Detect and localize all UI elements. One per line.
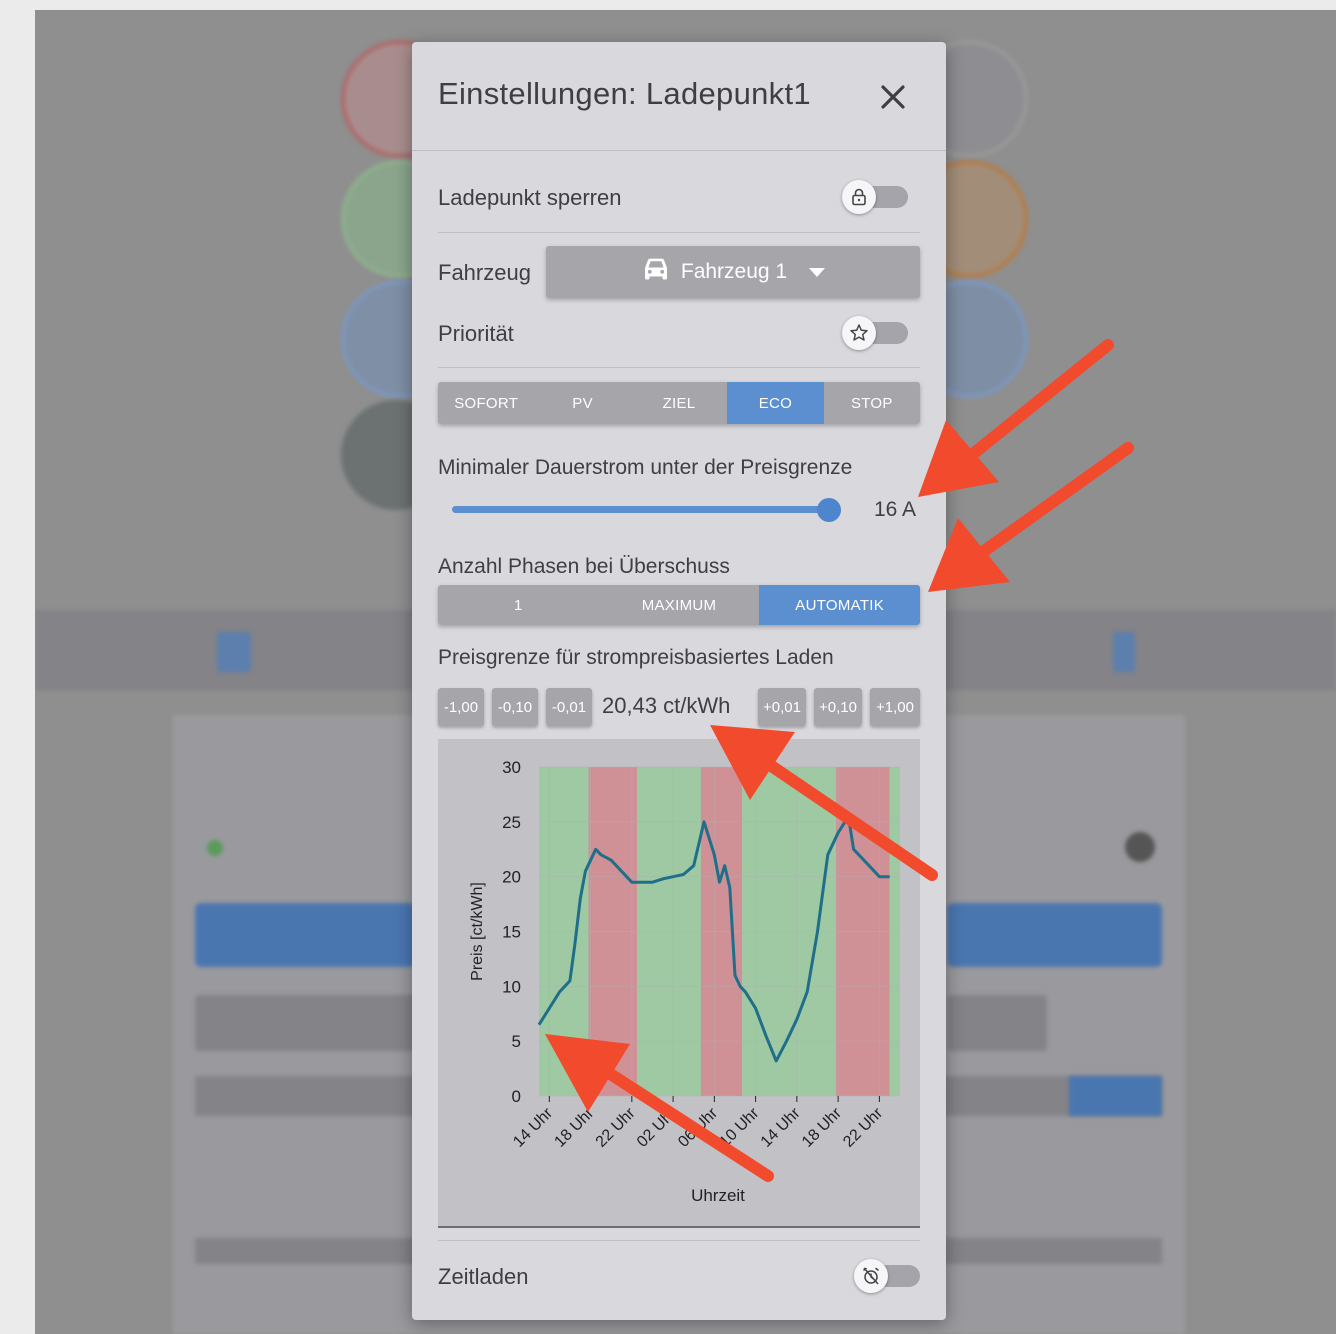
price-chart-svg: 05101520253014 Uhr18 Uhr22 Uhr02 Uhr06 U… [469, 758, 900, 1205]
alarm-off-icon [854, 1259, 888, 1293]
price-minus-010-button[interactable]: -0,10 [492, 688, 538, 726]
y-axis-label: Preis [ct/kWh] [469, 882, 486, 981]
timed-charging-label: Zeitladen [438, 1264, 529, 1289]
y-tick-label: 0 [512, 1087, 521, 1106]
min-current-label: Minimaler Dauerstrom unter der Preisgren… [438, 456, 853, 479]
lock-label: Ladepunkt sperren [438, 185, 622, 210]
bg-seg-blue [1069, 1076, 1162, 1116]
mode-stop[interactable]: STOP [823, 382, 920, 424]
bg-icon-right [1113, 632, 1135, 672]
phases-1[interactable]: 1 [438, 585, 599, 625]
y-tick-label: 10 [502, 977, 521, 996]
phases-automatik[interactable]: AUTOMATIK [759, 585, 920, 625]
x-axis-label: Uhrzeit [691, 1186, 745, 1205]
price-plus-010-button[interactable]: +0,10 [814, 688, 862, 726]
bg-grey-btn [195, 995, 415, 1051]
x-tick-label: 14 Uhr [758, 1104, 804, 1150]
bg-icon-left [217, 632, 251, 672]
price-plus-001-button[interactable]: +0,01 [758, 688, 806, 726]
lock-toggle[interactable] [842, 180, 908, 214]
bg-dot-green [207, 840, 223, 856]
phases-selector: 1 MAXIMUM AUTOMATIK [438, 585, 920, 625]
settings-dialog: Einstellungen: Ladepunkt1 Ladepunkt sper… [412, 42, 946, 1320]
lock-icon [842, 180, 876, 214]
bg-dot [1125, 832, 1155, 862]
x-tick-label: 06 Uhr [675, 1104, 721, 1150]
min-current-value: 16 A [874, 498, 917, 521]
mode-pv[interactable]: PV [534, 382, 631, 424]
y-tick-label: 30 [502, 758, 521, 777]
min-current-slider-thumb[interactable] [817, 498, 841, 522]
bg-blue-left [195, 903, 415, 967]
x-tick-label: 18 Uhr [799, 1104, 845, 1150]
price-minus-001-button[interactable]: -0,01 [546, 688, 592, 726]
x-tick-label: 22 Uhr [840, 1104, 886, 1150]
price-plus-1-button[interactable]: +1,00 [870, 688, 920, 726]
x-tick-label: 10 Uhr [716, 1104, 762, 1150]
bg-blue-right [947, 903, 1162, 967]
x-tick-label: 14 Uhr [510, 1104, 556, 1150]
dialog-title: Einstellungen: Ladepunkt1 [438, 76, 811, 111]
min-current-slider-track[interactable] [452, 506, 829, 513]
y-tick-label: 20 [502, 868, 521, 887]
divider [438, 232, 920, 233]
close-icon[interactable] [878, 82, 908, 112]
timed-charging-toggle[interactable] [854, 1259, 920, 1293]
priority-toggle[interactable] [842, 316, 908, 350]
y-tick-label: 25 [502, 813, 521, 832]
bg-grey-btn-2 [947, 995, 1047, 1051]
x-tick-label: 22 Uhr [593, 1104, 639, 1150]
phases-maximum[interactable]: MAXIMUM [598, 585, 760, 625]
price-chart: 0 5 10 15 20 25 30 14 Uhr 18 Uhr 22 Uhr 02 Uhr 06 U… [438, 739, 920, 1228]
priority-label: Priorität [438, 321, 514, 346]
star-icon [842, 316, 876, 350]
price-limit-label: Preisgrenze für strompreisbasiertes Lade… [438, 646, 834, 669]
mode-ziel[interactable]: ZIEL [630, 382, 728, 424]
x-tick-label: 18 Uhr [551, 1104, 597, 1150]
charge-mode-selector: SOFORT PV ZIEL ECO STOP [438, 382, 920, 424]
price-minus-1-button[interactable]: -1,00 [438, 688, 484, 726]
x-tick-label: 02 Uhr [634, 1104, 680, 1150]
vehicle-select-button[interactable]: Fahrzeug 1 [546, 246, 920, 298]
y-tick-label: 5 [512, 1032, 521, 1051]
mode-eco[interactable]: ECO [727, 382, 824, 424]
vehicle-label: Fahrzeug [438, 260, 531, 285]
phases-label: Anzahl Phasen bei Überschuss [438, 555, 730, 578]
y-tick-label: 15 [502, 923, 521, 942]
mode-sofort[interactable]: SOFORT [438, 382, 535, 424]
chevron-down-icon [809, 260, 826, 284]
car-icon [641, 256, 671, 288]
divider [438, 367, 920, 368]
divider [438, 1240, 920, 1241]
header-divider [412, 150, 946, 151]
vehicle-selected: Fahrzeug 1 [680, 260, 788, 283]
price-limit-value: 20,43 ct/kWh [602, 693, 731, 718]
